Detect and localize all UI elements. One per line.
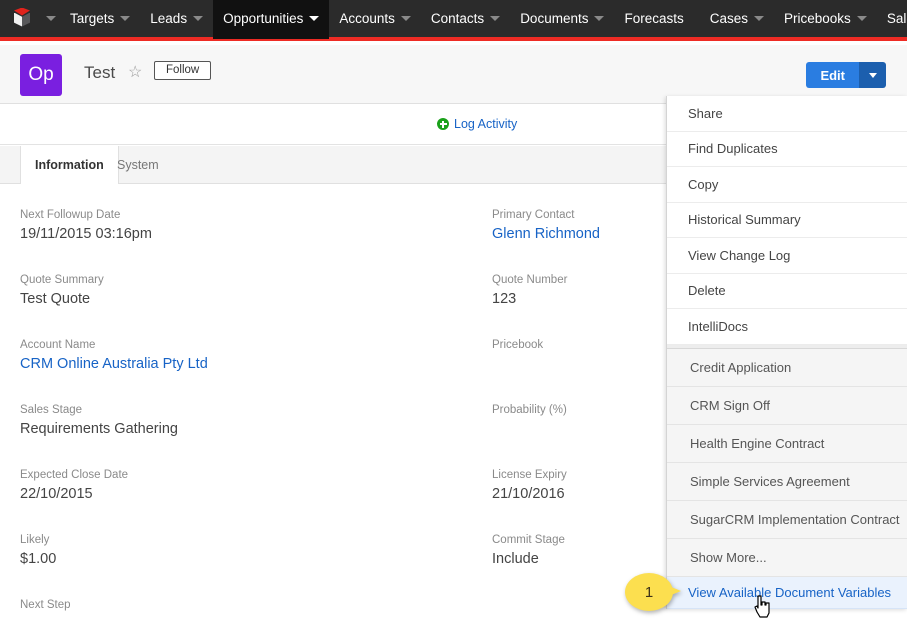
- nav-item-label: Contacts: [430, 11, 485, 26]
- field-account-name: Account Name CRM Online Australia Pty Ltd: [20, 338, 470, 375]
- field-value: Include: [492, 551, 539, 567]
- edit-button-group[interactable]: Edit: [806, 62, 886, 88]
- field-sales-stage: Sales Stage Requirements Gathering: [20, 403, 470, 440]
- nav-item-sale-i[interactable]: Sale I: [877, 0, 907, 39]
- nav-item-contacts[interactable]: Contacts: [421, 0, 510, 39]
- menu-item-intellidocs[interactable]: IntelliDocs: [667, 309, 907, 345]
- field-probability: Probability (%): [492, 403, 672, 419]
- field-label: Commit Stage: [492, 534, 565, 546]
- chevron-down-icon[interactable]: [754, 16, 765, 21]
- chevron-down-icon[interactable]: [193, 16, 204, 21]
- nav-item-label: Targets: [70, 11, 115, 26]
- field-value: Test Quote: [20, 291, 91, 307]
- field-value: 21/10/2016: [492, 486, 565, 502]
- log-activity-label: Log Activity: [454, 117, 518, 131]
- menu-item-sugarcrm-implementation-contract[interactable]: SugarCRM Implementation Contract: [667, 500, 907, 539]
- field-label: Pricebook: [492, 339, 544, 351]
- field-label: Quote Summary: [20, 274, 104, 286]
- menu-item-historical-summary[interactable]: Historical Summary: [667, 202, 907, 238]
- nav-item-leads[interactable]: Leads: [140, 0, 213, 39]
- field-quote-number: Quote Number 123: [492, 273, 672, 310]
- nav-item-forecasts[interactable]: Forecasts: [614, 0, 699, 39]
- nav-item-label: Cases: [709, 11, 749, 26]
- menu-item-crm-sign-off[interactable]: CRM Sign Off: [667, 386, 907, 425]
- nav-item-label: Documents: [520, 11, 589, 26]
- field-next-step: Next Step: [20, 598, 470, 614]
- chevron-down-icon[interactable]: [309, 16, 320, 21]
- field-value: Requirements Gathering: [20, 421, 178, 437]
- field-label: Likely: [20, 534, 50, 546]
- field-value[interactable]: CRM Online Australia Pty Ltd: [20, 354, 470, 375]
- nav-item-accounts[interactable]: Accounts: [329, 0, 421, 39]
- field-label: Probability (%): [492, 404, 567, 416]
- plus-circle-icon: [437, 118, 449, 130]
- menu-item-health-engine-contract[interactable]: Health Engine Contract: [667, 424, 907, 463]
- field-expected-close-date: Expected Close Date 22/10/2015: [20, 468, 470, 505]
- field-label: Quote Number: [492, 274, 568, 286]
- favorite-star-icon[interactable]: ☆: [128, 65, 142, 81]
- field-label: Account Name: [20, 339, 96, 351]
- field-commit-stage: Commit Stage Include: [492, 533, 672, 570]
- menu-item-share[interactable]: Share: [667, 96, 907, 132]
- nav-item-targets[interactable]: Targets: [60, 0, 140, 39]
- nav-item-documents[interactable]: Documents: [510, 0, 614, 39]
- field-value: 19/11/2015 03:16pm: [20, 226, 152, 242]
- chevron-down-icon[interactable]: [120, 16, 131, 21]
- log-activity-button[interactable]: Log Activity: [437, 117, 517, 131]
- callout-number: 1: [644, 583, 654, 601]
- menu-item-show-more[interactable]: Show More...: [667, 538, 907, 577]
- field-label: Sales Stage: [20, 404, 83, 416]
- nav-item-cases[interactable]: Cases: [700, 0, 774, 39]
- chevron-down-icon[interactable]: [856, 16, 867, 21]
- nav-item-label: Leads: [150, 11, 188, 26]
- field-likely: Likely $1.00: [20, 533, 470, 570]
- field-label: Next Followup Date: [20, 209, 121, 221]
- menu-item-credit-application[interactable]: Credit Application: [667, 348, 907, 387]
- field-label: License Expiry: [492, 469, 567, 481]
- nav-item-label: Pricebooks: [784, 11, 851, 26]
- field-value: 22/10/2015: [20, 486, 93, 502]
- chevron-down-icon[interactable]: [490, 16, 501, 21]
- field-value: 123: [492, 291, 517, 307]
- field-value: $1.00: [20, 551, 57, 567]
- main-navigation-bar: Targets Leads Opportunities Accounts Contact…: [0, 0, 907, 41]
- menu-item-copy[interactable]: Copy: [667, 167, 907, 203]
- avatar: Op: [20, 54, 62, 96]
- page-title: Test: [84, 63, 116, 82]
- nav-item-label: Opportunities: [223, 11, 304, 26]
- field-quote-summary: Quote Summary Test Quote: [20, 273, 470, 310]
- follow-button[interactable]: Follow: [154, 61, 212, 80]
- nav-item-label: Sale I: [886, 11, 907, 26]
- record-actions-dropdown-menu: Share Find Duplicates Copy Historical Summa…: [666, 96, 907, 609]
- app-logo[interactable]: [0, 0, 44, 39]
- menu-item-view-available-document-variables[interactable]: View Available Document Variables: [667, 576, 907, 609]
- field-license-expiry: License Expiry 21/10/2016: [492, 468, 672, 505]
- tab-system[interactable]: System: [103, 146, 173, 184]
- nav-item-pricebooks[interactable]: Pricebooks: [774, 0, 877, 39]
- menu-item-simple-services-agreement[interactable]: Simple Services Agreement: [667, 462, 907, 501]
- field-label: Primary Contact: [492, 209, 575, 221]
- chevron-down-icon[interactable]: [400, 16, 411, 21]
- nav-item-label: Accounts: [339, 11, 395, 26]
- field-label: Expected Close Date: [20, 469, 129, 481]
- logo-chevron-down-icon[interactable]: [46, 16, 56, 21]
- edit-button[interactable]: Edit: [806, 62, 860, 88]
- field-next-followup-date: Next Followup Date 19/11/2015 03:16pm: [20, 208, 470, 245]
- cube-logo-icon: [11, 7, 33, 30]
- chevron-down-icon[interactable]: [594, 16, 605, 21]
- callout-badge-1: 1: [625, 573, 681, 611]
- pointing-hand-cursor: [754, 595, 770, 618]
- chevron-down-icon: [869, 72, 877, 78]
- nav-item-opportunities[interactable]: Opportunities: [213, 0, 330, 39]
- field-pricebook: Pricebook: [492, 338, 672, 354]
- field-label: Next Step: [20, 599, 71, 611]
- nav-item-label: Forecasts: [624, 11, 684, 26]
- field-primary-contact: Primary Contact Glenn Richmond: [492, 208, 672, 245]
- field-value[interactable]: Glenn Richmond: [492, 224, 672, 245]
- menu-item-view-change-log[interactable]: View Change Log: [667, 238, 907, 274]
- edit-dropdown-toggle[interactable]: [860, 62, 886, 88]
- menu-item-delete[interactable]: Delete: [667, 273, 907, 309]
- menu-item-find-duplicates[interactable]: Find Duplicates: [667, 131, 907, 167]
- app-screen: Targets Leads Opportunities Accounts Contact…: [0, 0, 907, 618]
